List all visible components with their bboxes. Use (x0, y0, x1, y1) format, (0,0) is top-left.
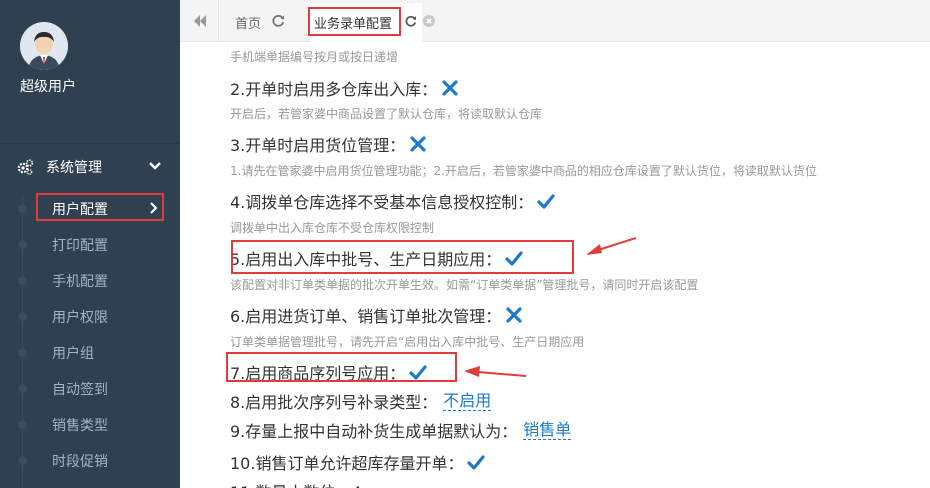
sidebar-item-label: 时段促销 (52, 454, 108, 470)
highlight-box-setting-5 (231, 240, 574, 274)
highlight-box-setting-7 (226, 352, 457, 382)
annotation-arrow (464, 366, 527, 377)
setting-6-desc: 订单类单据管理批号，请先开启“启用出入库中批号、生产日期应用 (230, 335, 585, 349)
nav-section-system[interactable]: 系统管理 (0, 148, 180, 184)
sidebar-item-label: 自动签到 (52, 382, 108, 398)
setting-6: 6.启用进货订单、销售订单批次管理： (230, 303, 523, 327)
setting-9: 9.存量上报中自动补货生成单据默认为： 销售单 (230, 418, 572, 442)
setting-9-value-link[interactable]: 销售单 (523, 420, 572, 440)
sidebar-item-auto-checkin[interactable]: 自动签到 (0, 370, 180, 406)
profile-panel: 超级用户 (0, 0, 180, 143)
close-icon[interactable] (423, 15, 435, 27)
sidebar-item-label: 用户组 (52, 346, 94, 362)
tab-separator (218, 0, 219, 42)
tree-dot (18, 348, 27, 357)
sidebar-item-print-config[interactable]: 打印配置 (0, 226, 180, 262)
highlight-box-tab (308, 7, 401, 36)
check-icon[interactable] (467, 454, 486, 470)
setting-4-desc: 调拨单中出入库仓库不受仓库权限控制 (230, 221, 435, 235)
setting-3: 3.开单时启用货位管理： (230, 132, 427, 156)
tree-dot (18, 384, 27, 393)
check-icon[interactable] (537, 193, 555, 209)
setting-6-label: 6.启用进货订单、销售订单批次管理： (230, 307, 502, 326)
setting-2-desc: 开启后，若管家婆中商品设置了默认仓库，将读取默认仓库 (230, 107, 543, 121)
cross-icon[interactable] (505, 307, 523, 323)
highlight-box-nav (36, 193, 164, 221)
nav-section-label: 系统管理 (46, 160, 102, 176)
scroll-left-icon[interactable] (193, 15, 207, 27)
setting-11-label: 11.数量小数位：4 (230, 479, 362, 488)
tree-dot (18, 204, 27, 213)
setting-8: 8.启用批次序列号补录类型： 不启用 (230, 389, 492, 413)
sidebar-item-user-groups[interactable]: 用户组 (0, 334, 180, 370)
sidebar-item-time-promotion[interactable]: 时段促销 (0, 442, 180, 478)
avatar[interactable] (20, 22, 68, 70)
sidebar-item-sales-types[interactable]: 销售类型 (0, 406, 180, 442)
tree-dot (18, 456, 27, 465)
gears-icon (17, 159, 34, 175)
setting-8-label: 8.启用批次序列号补录类型： (230, 393, 438, 412)
sidebar-divider (0, 143, 180, 144)
user-avatar-icon (20, 22, 68, 70)
sidebar-item-label: 手机配置 (52, 274, 108, 290)
setting-2: 2.开单时启用多仓库出入库： (230, 76, 459, 100)
cross-icon[interactable] (441, 80, 459, 96)
setting-4-label: 4.调拨单仓库选择不受基本信息授权控制： (230, 193, 534, 212)
username: 超级用户 (20, 79, 76, 95)
cross-icon[interactable] (409, 136, 427, 152)
tree-dot (18, 420, 27, 429)
chevron-down-icon (149, 162, 161, 170)
setting-2-label: 2.开单时启用多仓库出入库： (230, 80, 438, 99)
setting-10: 10.销售订单允许超库存量开单： (230, 450, 486, 474)
sidebar-item-label: 销售类型 (52, 418, 108, 434)
sidebar-item-mobile-config[interactable]: 手机配置 (0, 262, 180, 298)
tree-dot (18, 240, 27, 249)
tree-dot (18, 276, 27, 285)
sidebar-item-label: 用户权限 (52, 310, 108, 326)
setting-10-label: 10.销售订单允许超库存量开单： (230, 454, 464, 473)
setting-3-desc: 1.请先在管家婆中启用货位管理功能；2.开启后，若管家婆中商品的相应仓库设置了默… (230, 164, 817, 178)
tab-bar: 首页 业务录单配置 (180, 0, 930, 42)
refresh-icon[interactable] (272, 14, 285, 27)
setting-11: 11.数量小数位：4 (230, 479, 362, 488)
tab-home[interactable]: 首页 (235, 13, 261, 32)
annotation-arrow (586, 237, 637, 255)
setting-3-label: 3.开单时启用货位管理： (230, 136, 406, 155)
setting-4: 4.调拨单仓库选择不受基本信息授权控制： (230, 189, 555, 213)
setting-8-value-link[interactable]: 不启用 (443, 391, 492, 411)
tree-dot (18, 312, 27, 321)
setting-9-label: 9.存量上报中自动补货生成单据默认为： (230, 422, 518, 441)
setting-5-desc: 该配置对非订单类单据的批次开单生效。如需“订单类单据”管理批号，请同时开启该配置 (230, 278, 699, 292)
setting-1-desc: 手机端单据编号按月或按日递增 (230, 50, 399, 64)
sidebar-nav: 用户配置 打印配置 手机配置 用户权限 用户组 自动签到 销售类型 时段促销 (0, 190, 180, 478)
sidebar-item-user-permissions[interactable]: 用户权限 (0, 298, 180, 334)
refresh-icon[interactable] (405, 15, 417, 27)
sidebar-item-label: 打印配置 (52, 238, 108, 254)
sidebar: 超级用户 系统管理 用户配置 打印配置 手机配置 用户权限 用户组 自动签到 销… (0, 0, 180, 488)
